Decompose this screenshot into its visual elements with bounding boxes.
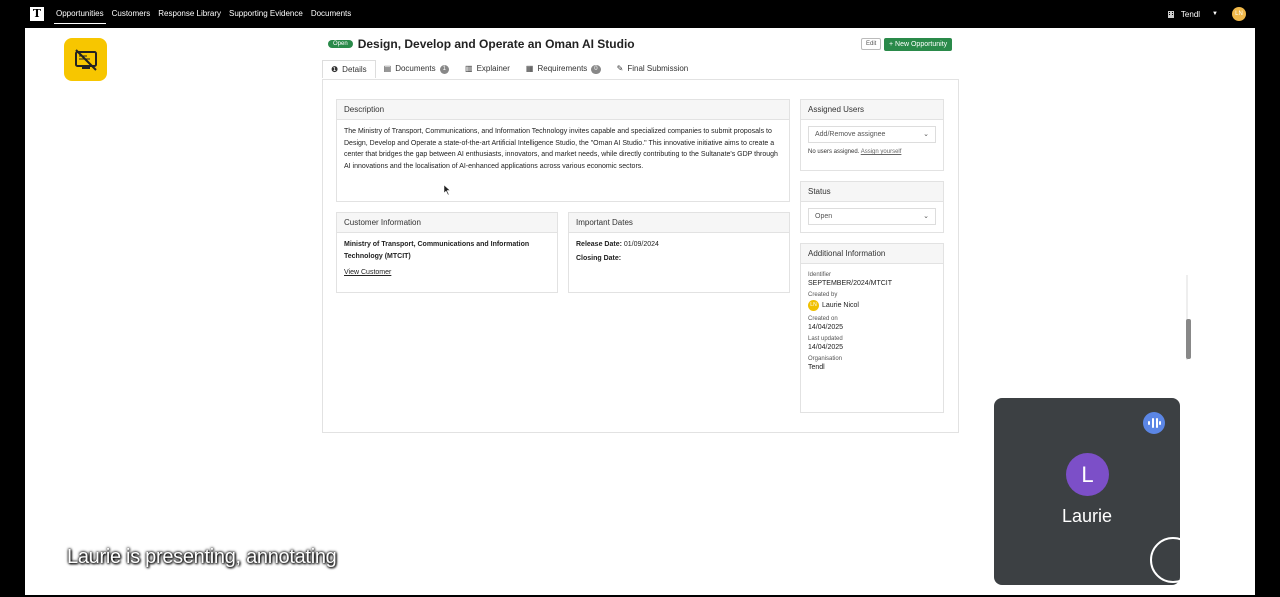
floating-action-ring[interactable] bbox=[1150, 537, 1196, 583]
building-icon bbox=[1167, 11, 1174, 18]
assignee-placeholder: Add/Remove assignee bbox=[815, 131, 886, 138]
closing-date-label: Closing Date: bbox=[576, 254, 622, 262]
caret-down-icon: ▼ bbox=[1212, 11, 1218, 17]
tab-details[interactable]: ❶ Details bbox=[322, 60, 376, 78]
edit-button[interactable]: Edit bbox=[861, 38, 882, 50]
customer-card: Customer Information Ministry of Transpo… bbox=[336, 212, 558, 293]
status-badge: Open bbox=[328, 40, 353, 48]
tab-label: Details bbox=[342, 64, 367, 74]
info-icon: ❶ bbox=[331, 64, 339, 74]
tab-documents[interactable]: ▤ Documents 1 bbox=[376, 60, 457, 78]
organisation-label: Organisation bbox=[808, 356, 843, 362]
org-name: Tendl bbox=[1180, 9, 1201, 19]
tab-label: Requirements bbox=[537, 64, 588, 73]
card-heading: Important Dates bbox=[569, 213, 789, 233]
tab-label: Documents bbox=[395, 64, 436, 73]
book-icon: ▥ bbox=[465, 64, 473, 73]
opportunity-header: Open Design, Develop and Operate an Oman… bbox=[328, 37, 635, 51]
nav-supporting-evidence[interactable]: Supporting Evidence bbox=[225, 0, 307, 28]
tab-requirements[interactable]: ▦ Requirements 0 bbox=[518, 60, 609, 78]
creator-name: Laurie Nicol bbox=[822, 302, 859, 309]
nav-documents[interactable]: Documents bbox=[307, 0, 355, 28]
presenting-caption: Laurie is presenting, annotating bbox=[67, 546, 337, 568]
created-on-label: Created on bbox=[808, 316, 838, 322]
assign-yourself-link[interactable]: Assign yourself bbox=[861, 149, 902, 155]
additional-info-card: Additional Information Identifier SEPTEM… bbox=[800, 243, 944, 413]
creator: LN Laurie Nicol bbox=[808, 300, 936, 311]
audio-level-icon bbox=[1143, 412, 1165, 434]
card-heading: Additional Information bbox=[801, 244, 943, 264]
card-heading: Assigned Users bbox=[801, 100, 943, 120]
customer-name: Ministry of Transport, Communications an… bbox=[344, 241, 530, 260]
description-card: Description The Ministry of Transport, C… bbox=[336, 99, 790, 202]
assigned-users-card: Assigned Users Add/Remove assignee ⌄ No … bbox=[800, 99, 944, 171]
user-avatar[interactable]: LN bbox=[1232, 7, 1246, 21]
tab-bar: ❶ Details ▤ Documents 1 ▥ Explainer ▦ Re… bbox=[322, 60, 957, 78]
description-text: The Ministry of Transport, Communication… bbox=[344, 128, 778, 170]
participant-avatar: L bbox=[1066, 453, 1109, 496]
count-badge: 0 bbox=[591, 64, 601, 74]
release-date-value: 01/09/2024 bbox=[623, 241, 659, 248]
tab-explainer[interactable]: ▥ Explainer bbox=[457, 60, 518, 78]
assignee-select[interactable]: Add/Remove assignee ⌄ bbox=[808, 126, 936, 143]
tab-label: Explainer bbox=[476, 64, 510, 73]
created-by-label: Created by bbox=[808, 292, 838, 298]
no-users-label: No users assigned. bbox=[808, 149, 860, 155]
organisation-value: Tendl bbox=[808, 364, 825, 371]
status-card: Status Open ⌄ bbox=[800, 181, 944, 233]
new-opportunity-button[interactable]: + New Opportunity bbox=[884, 38, 953, 51]
participant-name: Laurie bbox=[1061, 506, 1113, 526]
status-value: Open bbox=[815, 213, 833, 220]
avatar: LN bbox=[808, 300, 819, 311]
stop-presenting-icon bbox=[74, 48, 97, 71]
created-on-value: 14/04/2025 bbox=[808, 324, 844, 331]
last-updated-value: 14/04/2025 bbox=[808, 344, 844, 351]
chevron-down-icon: ⌄ bbox=[923, 131, 929, 138]
card-heading: Description bbox=[337, 100, 789, 120]
tab-label: Final Submission bbox=[627, 64, 689, 73]
app-logo[interactable]: T bbox=[30, 7, 44, 21]
no-users-text: No users assigned. Assign yourself bbox=[801, 143, 943, 161]
card-heading: Status bbox=[801, 182, 943, 202]
card-heading: Customer Information bbox=[337, 213, 557, 233]
last-updated-label: Last updated bbox=[808, 336, 843, 342]
view-customer-link[interactable]: View Customer bbox=[344, 267, 550, 279]
clipboard-icon: ▦ bbox=[525, 64, 534, 73]
nav-customers[interactable]: Customers bbox=[108, 0, 155, 28]
mouse-cursor-icon bbox=[444, 185, 451, 195]
dates-card: Important Dates Release Date: 01/09/2024… bbox=[568, 212, 790, 293]
org-switcher[interactable]: Tendl ▼ LN bbox=[1167, 0, 1246, 28]
edit-icon: ✎ bbox=[616, 64, 624, 73]
tab-final-submission[interactable]: ✎ Final Submission bbox=[609, 60, 697, 78]
identifier-label: Identifier bbox=[808, 272, 832, 278]
count-badge: 1 bbox=[439, 64, 449, 74]
release-date-label: Release Date: bbox=[576, 241, 622, 248]
document-icon: ▤ bbox=[383, 64, 392, 73]
scrollbar-thumb[interactable] bbox=[1186, 319, 1191, 359]
nav-opportunities[interactable]: Opportunities bbox=[52, 0, 108, 28]
main-nav: Opportunities Customers Response Library… bbox=[52, 0, 355, 28]
status-select[interactable]: Open ⌄ bbox=[808, 208, 936, 225]
chevron-down-icon: ⌄ bbox=[923, 213, 929, 220]
top-navbar: T Opportunities Customers Response Libra… bbox=[0, 0, 1280, 28]
presenting-indicator bbox=[64, 38, 107, 81]
nav-response-library[interactable]: Response Library bbox=[154, 0, 225, 28]
page-title: Design, Develop and Operate an Oman AI S… bbox=[357, 37, 635, 51]
identifier-value: SEPTEMBER/2024/MTCIT bbox=[808, 280, 893, 287]
